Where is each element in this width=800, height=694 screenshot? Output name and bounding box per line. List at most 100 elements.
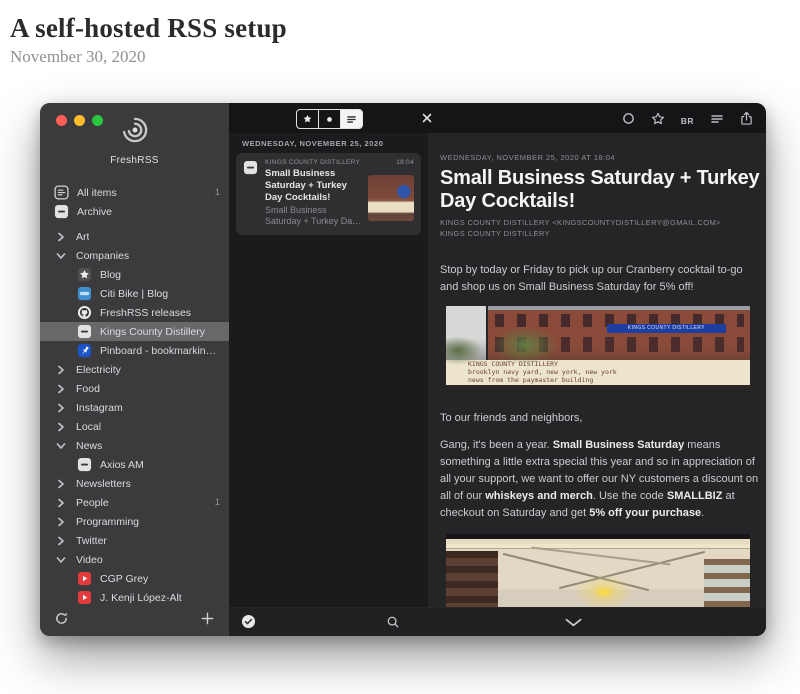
photo-pipe [532, 547, 671, 566]
article-source: KINGS COUNTY DISTILLERY [265, 159, 360, 166]
chevron-down-icon [56, 555, 66, 565]
sidebar-item-pinboard-bookmarking-for-introverts[interactable]: Pinboard - bookmarking for introverts [40, 341, 229, 360]
zoom-window-button[interactable] [92, 115, 103, 126]
github-icon [77, 305, 92, 320]
view-segment-star-icon[interactable] [297, 110, 319, 128]
photo-tree [446, 336, 482, 366]
sidebar-item-cgp-grey[interactable]: CGP Grey [40, 569, 229, 588]
sidebar-footer [40, 604, 229, 636]
sidebar-item-label: Food [76, 383, 100, 395]
toolbar-br-icon[interactable]: BR [681, 116, 694, 126]
sidebar-item-label: Twitter [76, 535, 107, 547]
view-segment-rows-icon[interactable] [341, 110, 362, 128]
interior-photo [446, 534, 750, 607]
distillery-photo-image: KINGS COUNTY DISTILLERY [446, 306, 750, 360]
sidebar-item-label: Local [76, 421, 101, 433]
sidebar-item-video[interactable]: Video [40, 550, 229, 569]
list-date-header: WEDNESDAY, NOVEMBER 25, 2020 [229, 133, 428, 153]
sidebar-header: FreshRSS [40, 103, 229, 166]
sidebar-item-citi-bike-blog[interactable]: Citi Bike | Blog [40, 284, 229, 303]
sidebar-item-label: Pinboard - bookmarking for introverts [100, 345, 220, 357]
toolbar-lines-icon[interactable] [710, 112, 724, 131]
sidebar-item-label: Citi Bike | Blog [100, 288, 168, 300]
sidebar-item-all-items[interactable]: All items 1 [40, 183, 229, 202]
sidebar-item-axios-am[interactable]: Axios AM [40, 455, 229, 474]
chevron-right-icon [56, 422, 66, 432]
toolbar-share-icon[interactable] [740, 111, 753, 131]
sidebar-item-food[interactable]: Food [40, 379, 229, 398]
photo-caption-line: brooklyn navy yard, new york, new york [468, 368, 750, 376]
app-name: FreshRSS [40, 155, 229, 166]
sidebar-item-local[interactable]: Local [40, 417, 229, 436]
post-date: November 30, 2020 [10, 47, 800, 67]
chevron-down-icon [56, 251, 66, 261]
sidebar-item-kings-county-distillery[interactable]: Kings County Distillery [40, 322, 229, 341]
reader-paragraph-2: To our friends and neighbors, [440, 410, 762, 427]
article-list: WEDNESDAY, NOVEMBER 25, 2020 KINGS COUNT… [229, 133, 428, 607]
sidebar-item-label: J. Kenji López-Alt [100, 592, 182, 604]
unread-count: 1 [215, 187, 220, 198]
view-segment-dot-icon[interactable] [319, 110, 341, 128]
window-controls [56, 115, 103, 126]
sidebar-item-j-kenji-l-pez-alt[interactable]: J. Kenji López-Alt [40, 588, 229, 604]
chevron-right-icon [56, 365, 66, 375]
body-text: Gang, it's been a year. [440, 439, 553, 451]
sidebar-item-freshrss-releases[interactable]: FreshRSS releases [40, 303, 229, 322]
sidebar-item-companies[interactable]: Companies [40, 246, 229, 265]
article-list-item[interactable]: KINGS COUNTY DISTILLERY 18:04 Small Busi… [236, 153, 421, 235]
star-box-icon [77, 267, 92, 282]
photo-light-glow [574, 574, 634, 607]
sidebar-item-label: Blog [100, 269, 121, 281]
sidebar-item-electricity[interactable]: Electricity [40, 360, 229, 379]
chevron-right-icon [56, 536, 66, 546]
sidebar-item-instagram[interactable]: Instagram [40, 398, 229, 417]
photo-brick-wall [446, 551, 498, 607]
sidebar-item-blog[interactable]: Blog [40, 265, 229, 284]
sidebar-item-label: Archive [77, 206, 112, 218]
sidebar-nav: All items 1 Archive ArtCompanies Blog Citi Bi… [40, 183, 229, 604]
toolbar: BR [229, 103, 766, 133]
body-text: . [701, 507, 704, 519]
bold-text: whiskeys and merch [485, 490, 593, 502]
article-preview: Small Business Saturday + Turkey Day Coc… [265, 205, 363, 228]
reader-source-line: KINGS COUNTY DISTILLERY [440, 229, 752, 240]
bold-text: SMALLBIZ [667, 490, 723, 502]
add-feed-icon[interactable] [200, 611, 215, 626]
sidebar-item-news[interactable]: News [40, 436, 229, 455]
sidebar-item-label: Video [76, 554, 103, 566]
toolbar-star-outline-icon[interactable] [651, 112, 665, 131]
white-feed-icon [77, 457, 92, 472]
reader-author-line: KINGS COUNTY DISTILLERY <KINGSCOUNTYDIST… [440, 218, 752, 229]
article-list-item-body: KINGS COUNTY DISTILLERY 18:04 Small Busi… [265, 159, 414, 228]
pinboard-icon [77, 343, 92, 358]
sidebar-item-label: FreshRSS releases [100, 307, 191, 319]
citibike-icon [77, 286, 92, 301]
search-icon[interactable] [386, 615, 400, 629]
sidebar-item-label: All items [77, 187, 117, 199]
close-filter-icon[interactable] [421, 112, 433, 124]
sidebar-item-archive[interactable]: Archive [40, 202, 229, 221]
sidebar: FreshRSS All items 1 Archive ArtCompanies Bl… [40, 103, 229, 636]
chevron-down-icon [56, 441, 66, 451]
youtube-icon [77, 590, 92, 604]
sidebar-item-newsletters[interactable]: Newsletters [40, 474, 229, 493]
sidebar-item-twitter[interactable]: Twitter [40, 531, 229, 550]
mark-all-read-icon[interactable] [241, 614, 256, 629]
minimize-window-button[interactable] [74, 115, 85, 126]
photo-tree [492, 326, 559, 364]
sidebar-item-people[interactable]: People1 [40, 493, 229, 512]
scroll-down-icon[interactable] [565, 618, 582, 627]
sidebar-item-label: Electricity [76, 364, 121, 376]
white-feed-icon [77, 324, 92, 339]
reader-paragraph-3: Gang, it's been a year. Small Business S… [440, 437, 762, 522]
sidebar-item-art[interactable]: Art [40, 227, 229, 246]
bold-text: Small Business Saturday [553, 439, 684, 451]
close-window-button[interactable] [56, 115, 67, 126]
sidebar-item-label: Newsletters [76, 478, 131, 490]
refresh-icon[interactable] [54, 611, 69, 626]
reader-title: Small Business Saturday + Turkey Day Coc… [440, 167, 760, 213]
reader-date-line: WEDNESDAY, NOVEMBER 25, 2020 AT 18:04 [440, 153, 752, 162]
toolbar-circle-icon[interactable] [622, 112, 635, 130]
body-text: . Use the code [593, 490, 667, 502]
sidebar-item-programming[interactable]: Programming [40, 512, 229, 531]
